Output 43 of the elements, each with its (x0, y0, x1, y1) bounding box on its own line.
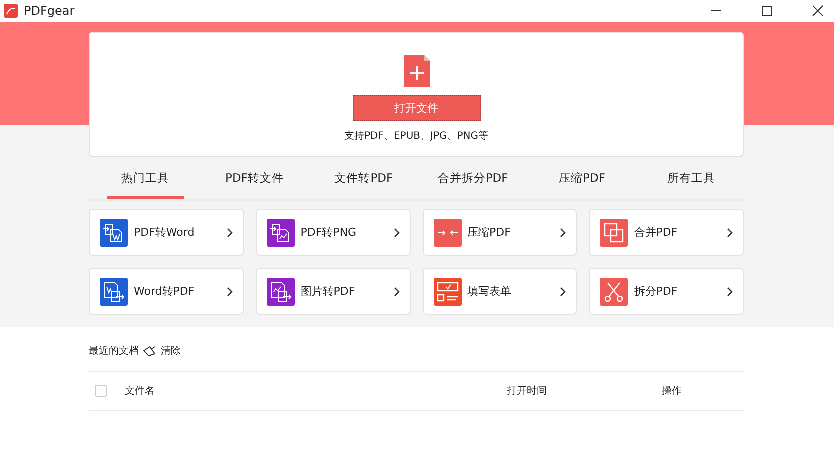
tool-tab[interactable]: 合并拆分PDF (434, 157, 512, 199)
tool-tab[interactable]: 所有工具 (652, 157, 730, 199)
tool-name: 填写表单 (468, 284, 512, 299)
close-icon[interactable] (812, 5, 824, 17)
tool-tab[interactable]: 压缩PDF (544, 157, 621, 199)
column-header: 操作 (662, 385, 682, 398)
chevron-icon (226, 286, 233, 296)
add-file-icon (404, 55, 430, 87)
tool-name: PDF转PNG (300, 225, 358, 240)
chevron-icon (560, 286, 566, 296)
chevron-icon (394, 228, 400, 238)
maximize-icon[interactable] (761, 5, 773, 17)
tool-card[interactable]: 填写表单 (422, 268, 578, 315)
app-logo-icon (4, 4, 18, 18)
tool-name: 拆分PDF (634, 284, 679, 299)
tool-name: Word转PDF (134, 284, 196, 299)
chevron-icon (727, 228, 733, 238)
tool-card[interactable]: Word转PDF (89, 268, 244, 315)
column-header: 文件名 (125, 384, 156, 398)
tool-card[interactable]: PDF转Word (89, 209, 244, 256)
select-all-checkbox[interactable] (95, 385, 107, 397)
tool-tab[interactable]: 热门工具 (107, 157, 184, 199)
tool-card[interactable]: 图片转PDF (256, 268, 410, 315)
tool-name: 压缩PDF (468, 225, 512, 240)
tool-name: 图片转PDF (300, 284, 356, 299)
recent-documents-heading: 最近的文档 (89, 344, 139, 358)
clear-link[interactable]: 清除 (161, 344, 181, 358)
chevron-icon (226, 228, 233, 238)
open-file-panel[interactable]: 打开文件 支持PDF、EPUB、JPG、PNG等 (89, 32, 744, 157)
tool-card[interactable]: PDF转PNG (256, 209, 410, 256)
tool-name: 合并PDF (634, 225, 679, 240)
tool-tab[interactable]: PDF转文件 (216, 157, 294, 199)
chevron-icon (394, 286, 400, 296)
supported-formats-text: 支持PDF、EPUB、JPG、PNG等 (344, 130, 488, 143)
tool-tab[interactable]: 文件转PDF (325, 157, 402, 199)
tool-card[interactable]: 压缩PDF (422, 209, 578, 256)
tool-name: PDF转Word (134, 225, 196, 240)
chevron-icon (560, 228, 566, 238)
tool-card[interactable]: 合并PDF (589, 209, 744, 256)
chevron-icon (727, 286, 733, 296)
tool-card[interactable]: 拆分PDF (589, 268, 744, 315)
column-header: 打开时间 (507, 384, 548, 398)
window-title: PDFgear (24, 4, 75, 18)
